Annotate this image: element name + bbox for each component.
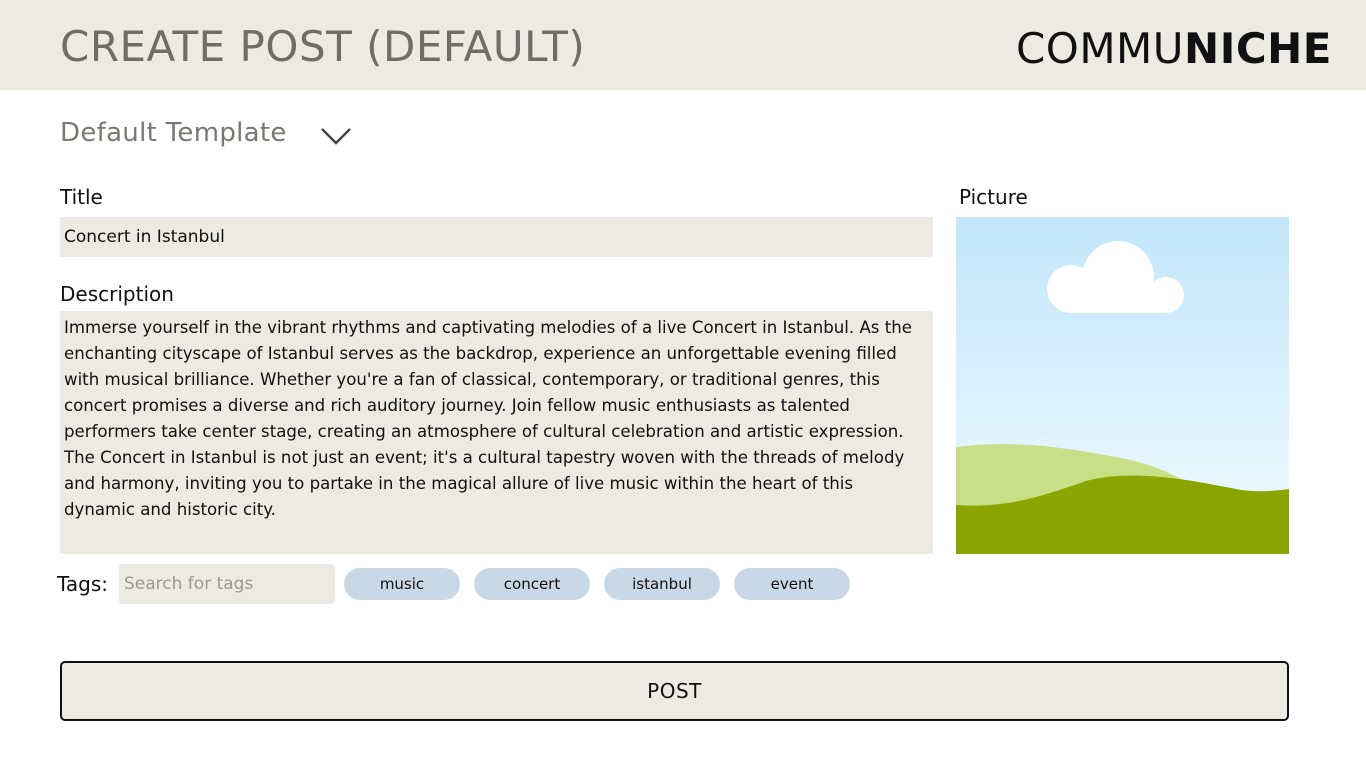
template-dropdown-value: Default Template bbox=[60, 118, 287, 148]
tag-chip[interactable]: istanbul bbox=[604, 568, 720, 600]
brand-logo: COMMUNICHE bbox=[1016, 24, 1332, 73]
title-label: Title bbox=[60, 185, 103, 209]
picture-upload[interactable] bbox=[956, 217, 1289, 554]
description-textarea[interactable]: Immerse yourself in the vibrant rhythms … bbox=[60, 311, 933, 554]
landscape-image-icon bbox=[956, 217, 1289, 554]
tags-label: Tags: bbox=[57, 572, 109, 596]
template-dropdown[interactable]: Default Template bbox=[60, 118, 353, 148]
tag-list: music concert istanbul event bbox=[344, 568, 850, 600]
tag-chip[interactable]: event bbox=[734, 568, 850, 600]
post-button[interactable]: POST bbox=[60, 661, 1289, 721]
title-input[interactable] bbox=[60, 217, 933, 257]
tag-chip[interactable]: music bbox=[344, 568, 460, 600]
description-label: Description bbox=[60, 282, 174, 306]
brand-logo-part-2: NICHE bbox=[1184, 24, 1332, 73]
tag-chip[interactable]: concert bbox=[474, 568, 590, 600]
app-header: CREATE POST (DEFAULT) COMMUNICHE bbox=[0, 0, 1366, 90]
page-title: CREATE POST (DEFAULT) bbox=[60, 22, 586, 71]
picture-label: Picture bbox=[959, 185, 1028, 209]
tag-search-input[interactable] bbox=[119, 564, 335, 604]
brand-logo-part-1: COMMU bbox=[1015, 24, 1185, 73]
chevron-down-icon[interactable] bbox=[319, 125, 353, 147]
